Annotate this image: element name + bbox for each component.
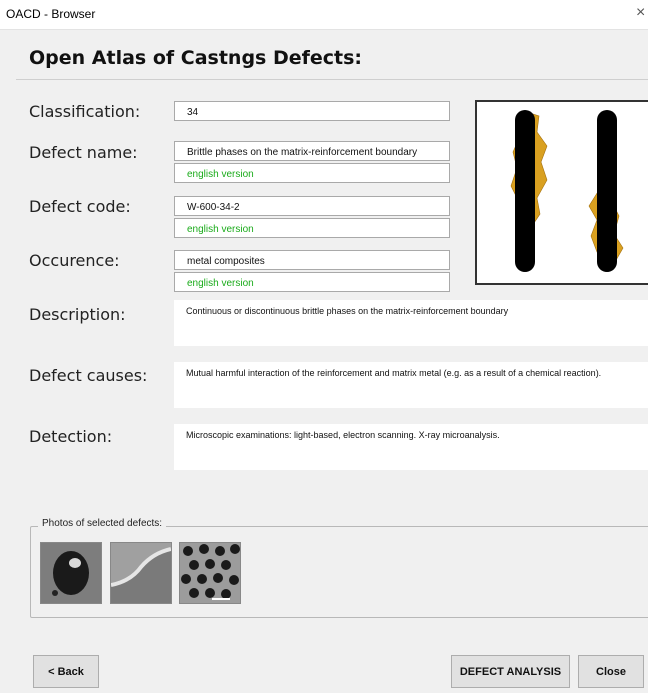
defect-name-field[interactable]: Brittle phases on the matrix-reinforceme… — [174, 141, 450, 161]
description-label: Description: — [29, 305, 126, 324]
window-title: OACD - Browser — [6, 7, 96, 21]
defect-photo-thumbnail-3[interactable] — [179, 542, 241, 604]
detection-label: Detection: — [29, 427, 113, 446]
description-text-area[interactable]: Continuous or discontinuous brittle phas… — [174, 300, 648, 346]
close-button[interactable]: Close — [578, 655, 644, 688]
defect-analysis-button[interactable]: DEFECT ANALYSIS — [451, 655, 570, 688]
defect-photo-thumbnail-2[interactable] — [110, 542, 172, 604]
page-title: Open Atlas of Castngs Defects: — [29, 47, 363, 69]
photos-group-title: Photos of selected defects: — [38, 518, 167, 529]
back-button[interactable]: < Back — [33, 655, 99, 688]
defect-causes-text-area[interactable]: Mutual harmful interaction of the reinfo… — [174, 362, 648, 408]
defect-name-label: Defect name: — [29, 143, 138, 162]
close-window-icon[interactable]: × — [636, 4, 645, 22]
detection-text-area[interactable]: Microscopic examinations: light-based, e… — [174, 424, 648, 470]
classification-field[interactable]: 34 — [174, 101, 450, 121]
defect-schematic-image — [475, 100, 648, 285]
classification-label: Classification: — [29, 102, 141, 121]
defect-causes-label: Defect causes: — [29, 366, 148, 385]
occurence-english-field[interactable]: english version — [174, 272, 450, 292]
defect-photo-thumbnail-1[interactable] — [40, 542, 102, 604]
defect-code-field[interactable]: W-600-34-2 — [174, 196, 450, 216]
occurence-label: Occurence: — [29, 251, 120, 270]
defect-name-english-field[interactable]: english version — [174, 163, 450, 183]
defect-code-english-field[interactable]: english version — [174, 218, 450, 238]
title-divider — [16, 79, 648, 80]
defect-code-label: Defect code: — [29, 197, 131, 216]
window-titlebar: OACD - Browser × — [0, 0, 648, 30]
occurence-field[interactable]: metal composites — [174, 250, 450, 270]
defect-schematic-drawing — [510, 110, 624, 272]
